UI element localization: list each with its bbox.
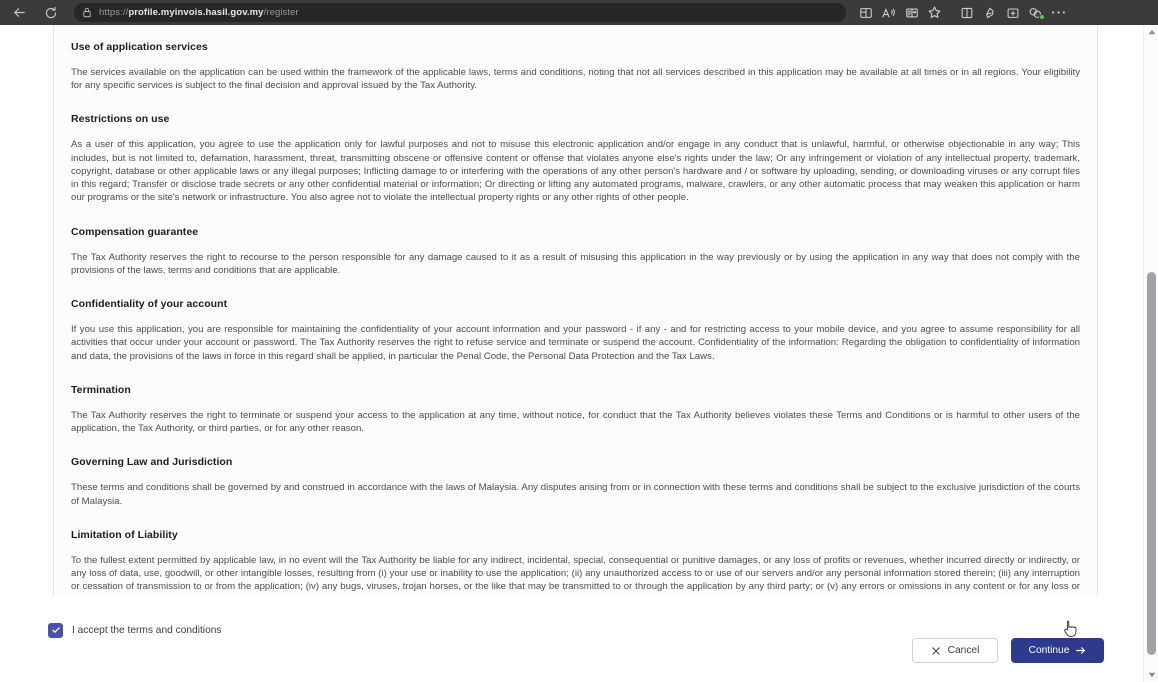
footer-actions: I accept the terms and conditions Cancel… xyxy=(0,595,1143,682)
address-bar[interactable]: https://profile.myinvois.hasil.gov.my/re… xyxy=(74,3,846,22)
scroll-down-arrow-icon[interactable] xyxy=(1144,668,1158,682)
essentials-status-dot xyxy=(1039,14,1045,20)
refresh-icon xyxy=(44,6,58,20)
section-heading: Limitation of Liability xyxy=(71,528,178,541)
arrow-right-icon xyxy=(1075,645,1086,656)
scrollbar-thumb[interactable] xyxy=(1147,272,1156,655)
favorites-star-icon[interactable] xyxy=(923,2,946,23)
section-heading: Use of application services xyxy=(71,41,208,53)
checkmark-icon xyxy=(51,622,61,640)
accept-terms-row[interactable]: I accept the terms and conditions xyxy=(48,623,222,638)
browser-essentials-icon[interactable] xyxy=(1024,2,1047,23)
section-heading: Compensation guarantee xyxy=(71,225,199,238)
browser-toolbar xyxy=(854,0,1070,25)
cancel-button[interactable]: Cancel xyxy=(912,638,998,663)
refresh-button[interactable] xyxy=(38,2,64,24)
scroll-up-arrow-icon[interactable] xyxy=(1144,25,1158,39)
cancel-button-label: Cancel xyxy=(947,645,980,656)
lock-icon xyxy=(82,7,92,18)
settings-more-icon[interactable] xyxy=(1047,2,1070,23)
browser-chrome: https://profile.myinvois.hasil.gov.my/re… xyxy=(0,0,1158,25)
close-x-icon xyxy=(931,646,941,656)
browser-split-icon[interactable] xyxy=(955,2,978,23)
share-icon[interactable] xyxy=(978,2,1001,23)
arrow-left-icon xyxy=(12,5,27,20)
read-aloud-icon[interactable] xyxy=(877,2,900,23)
url-text: https://profile.myinvois.hasil.gov.my/re… xyxy=(99,7,299,18)
section-body: As a user of this application, you agree… xyxy=(71,139,1080,204)
accept-terms-checkbox[interactable] xyxy=(48,623,63,638)
section-body: The Tax Authority reserves the right to … xyxy=(71,409,1080,435)
section-body: These terms and conditions shall be gove… xyxy=(71,482,1080,507)
accept-terms-label: I accept the terms and conditions xyxy=(72,625,222,636)
section-body: The Tax Authority reserves the right to … xyxy=(71,251,1080,276)
section-heading: Governing Law and Jurisdiction xyxy=(71,456,233,469)
split-screen-icon[interactable] xyxy=(854,2,877,23)
back-button[interactable] xyxy=(6,2,32,24)
section-heading: Restrictions on use xyxy=(71,113,170,126)
section-body: If you use this application, you are res… xyxy=(71,324,1080,362)
continue-button[interactable]: Continue xyxy=(1011,638,1104,663)
page-viewport: Use of application services The services… xyxy=(0,25,1143,682)
section-heading: Termination xyxy=(71,383,131,396)
section-body: The services available on the applicatio… xyxy=(71,67,1080,92)
action-button-row: Cancel Continue xyxy=(912,638,1104,663)
terms-scroll-card[interactable]: Use of application services The services… xyxy=(53,25,1098,619)
section-heading: Confidentiality of your account xyxy=(71,298,228,311)
collections-icon[interactable] xyxy=(1001,2,1024,23)
continue-button-label: Continue xyxy=(1028,645,1070,656)
page-scrollbar[interactable] xyxy=(1143,25,1158,682)
immersive-reader-icon[interactable] xyxy=(900,2,923,23)
